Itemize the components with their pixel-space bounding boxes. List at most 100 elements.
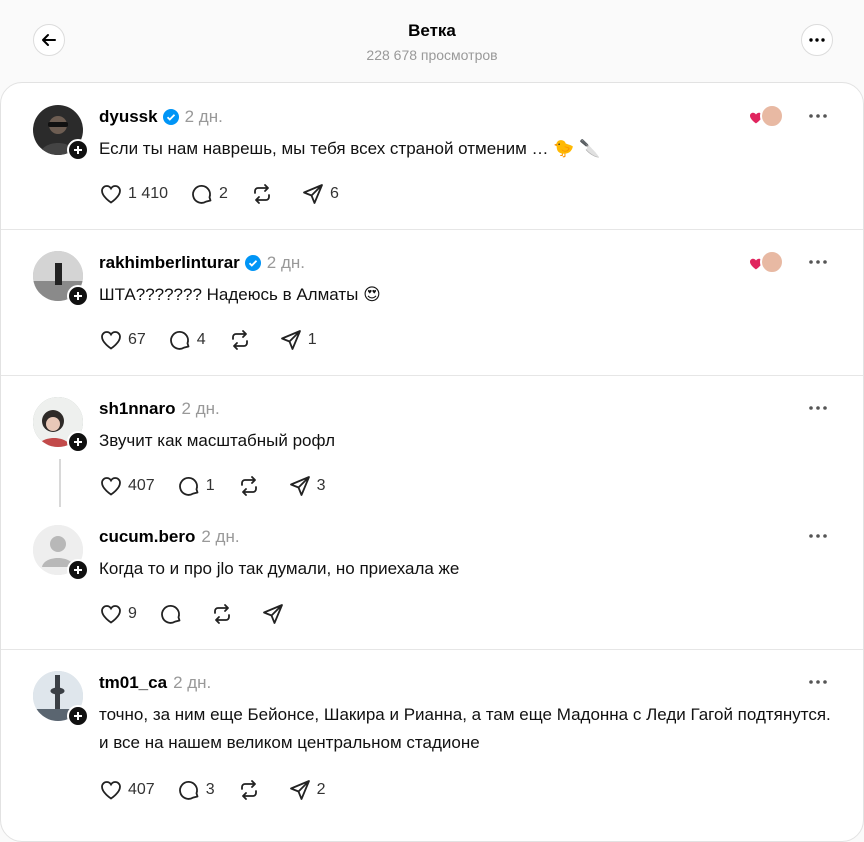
avatar[interactable] (33, 397, 89, 453)
reactor-avatar (760, 250, 784, 274)
share-button[interactable] (261, 602, 290, 626)
like-button[interactable]: 1 410 (99, 182, 168, 206)
username-row: rakhimberlinturar 2 дн. (99, 253, 305, 273)
send-icon (303, 184, 323, 204)
share-count: 1 (307, 331, 317, 348)
like-count: 407 (128, 781, 155, 798)
username[interactable]: tm01_ca (99, 673, 167, 692)
share-count: 6 (329, 185, 339, 202)
username[interactable]: sh1nnaro (99, 399, 176, 418)
page-title: Ветка (408, 21, 456, 40)
thread-panel: dyussk 2 дн. Если ты нам наврешь, мы тебя… (0, 82, 864, 842)
comment-icon (192, 184, 212, 204)
verified-badge-icon (244, 255, 261, 271)
heart-icon (101, 477, 121, 496)
repost-icon (240, 476, 257, 496)
reply-count: 3 (205, 781, 215, 798)
username-row: tm01_ca 2 дн. (99, 673, 211, 693)
reply-button[interactable]: 4 (168, 328, 206, 352)
post-text: Звучит как масштабный рофл (99, 431, 336, 450)
username[interactable]: cucum.bero (99, 527, 195, 546)
reply-count: 2 (219, 185, 228, 202)
more-dots-icon (809, 38, 825, 42)
reply-button[interactable]: 1 (177, 474, 215, 498)
post: rakhimberlinturar 2 дн. ШТА??????? Надеюс… (1, 229, 863, 375)
username-row: dyussk 2 дн. (99, 107, 223, 127)
share-button[interactable]: 6 (301, 182, 339, 206)
post-time: 2 дн. (201, 527, 240, 546)
username-row: sh1nnaro 2 дн. (99, 399, 220, 419)
post: tm01_ca 2 дн. точно, за ним еще Бейонсе, … (1, 649, 863, 829)
heart-icon (101, 185, 121, 204)
like-count: 9 (128, 605, 137, 622)
post: cucum.bero 2 дн. Когда то и про jlo так д… (1, 503, 863, 649)
send-icon (280, 330, 301, 350)
reply-button[interactable] (159, 602, 188, 626)
username-row: cucum.bero 2 дн. (99, 527, 240, 547)
heart-icon (101, 605, 121, 624)
post-text: точно, за ним еще Бейонсе, Шакира и Риан… (99, 705, 831, 752)
follow-plus-icon[interactable] (67, 705, 89, 727)
post-menu-icon[interactable] (809, 680, 827, 684)
post-actions: 67 4 1 (99, 327, 339, 353)
post-actions: 407 3 2 (99, 777, 348, 803)
comment-icon (178, 476, 199, 496)
share-button[interactable]: 2 (288, 778, 326, 802)
post-actions: 9 (99, 601, 312, 627)
post-actions: 407 1 3 (99, 473, 348, 499)
post-time: 2 дн. (266, 253, 305, 272)
repost-button[interactable] (237, 474, 266, 498)
send-icon (289, 476, 310, 496)
comment-icon (178, 780, 199, 800)
share-count: 3 (316, 477, 326, 494)
reply-button[interactable]: 3 (177, 778, 215, 802)
like-button[interactable]: 67 (99, 328, 146, 352)
post-menu-icon[interactable] (809, 260, 827, 264)
post-text: Если ты нам наврешь, мы тебя всех страно… (99, 139, 601, 158)
follow-plus-icon[interactable] (67, 559, 89, 581)
share-count: 2 (316, 781, 326, 798)
share-button[interactable]: 1 (279, 328, 317, 352)
repost-button[interactable] (228, 328, 257, 352)
post-menu-icon[interactable] (809, 534, 827, 538)
thread-line (59, 459, 61, 507)
repost-icon (214, 604, 230, 624)
more-options-button[interactable] (801, 24, 833, 56)
avatar[interactable] (33, 105, 89, 161)
post-text: ШТА??????? Надеюсь в Алматы 😍 (99, 285, 381, 304)
username[interactable]: rakhimberlinturar (99, 253, 240, 272)
follow-plus-icon[interactable] (67, 285, 89, 307)
username[interactable]: dyussk (99, 107, 158, 126)
avatar[interactable] (33, 525, 89, 581)
verified-badge-icon (162, 109, 179, 125)
post: dyussk 2 дн. Если ты нам наврешь, мы тебя… (1, 83, 863, 229)
repost-button[interactable] (250, 182, 279, 206)
reactions-preview (749, 104, 784, 128)
like-button[interactable]: 407 (99, 778, 155, 802)
reply-button[interactable]: 2 (190, 182, 228, 206)
repost-icon (240, 780, 257, 800)
like-count: 1 410 (128, 185, 169, 202)
top-bar: Ветка 228 678 просмотров (0, 0, 864, 80)
post-text: Когда то и про jlo так думали, но приеха… (99, 559, 460, 578)
reply-count: 1 (205, 477, 215, 494)
comment-icon (161, 604, 181, 624)
avatar[interactable] (33, 671, 89, 727)
avatar[interactable] (33, 251, 89, 307)
like-button[interactable]: 9 (99, 602, 137, 626)
like-button[interactable]: 407 (99, 474, 155, 498)
repost-button[interactable] (210, 602, 239, 626)
heart-icon (101, 331, 121, 350)
repost-button[interactable] (237, 778, 266, 802)
post-time: 2 дн. (184, 107, 223, 126)
follow-plus-icon[interactable] (67, 431, 89, 453)
post-menu-icon[interactable] (809, 406, 827, 410)
share-button[interactable]: 3 (288, 474, 326, 498)
like-count: 407 (128, 477, 155, 494)
like-count: 67 (128, 331, 146, 348)
post-menu-icon[interactable] (809, 114, 827, 118)
comment-icon (169, 330, 190, 350)
follow-plus-icon[interactable] (67, 139, 89, 161)
post-time: 2 дн. (173, 673, 212, 692)
reply-count: 4 (196, 331, 206, 348)
